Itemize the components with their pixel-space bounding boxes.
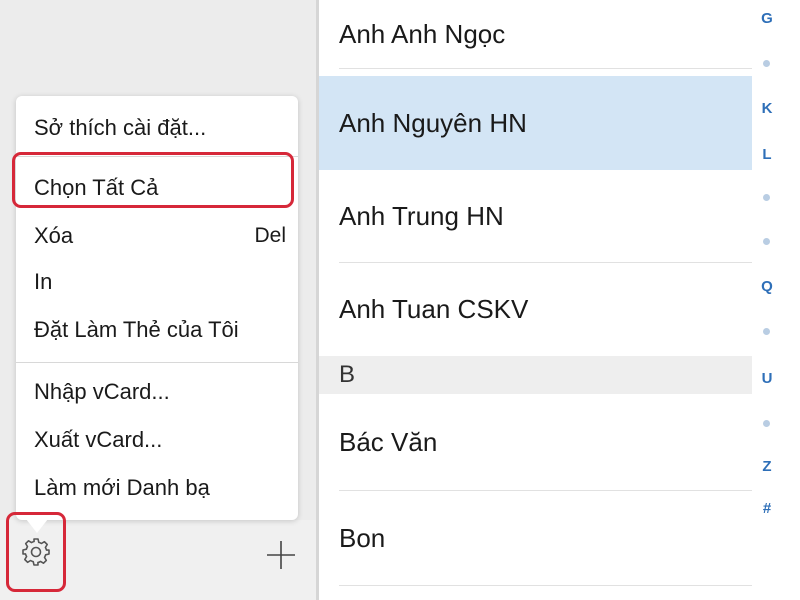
plus-icon[interactable] <box>266 540 296 570</box>
contact-name: Bon <box>339 522 386 553</box>
menu-item-import-vcard[interactable]: Nhập vCard... <box>16 372 298 412</box>
index-letter[interactable]: # <box>752 500 782 517</box>
index-dot[interactable] <box>763 420 770 427</box>
contacts-list: Anh Anh Ngọc Anh Nguyên HN Anh Trung HN … <box>319 0 752 600</box>
contact-name: Anh Nguyên HN <box>339 107 527 138</box>
index-letter[interactable]: L <box>752 146 782 163</box>
menu-separator <box>16 362 298 363</box>
index-dot[interactable] <box>763 238 770 245</box>
menu-item-preferences[interactable]: Sở thích cài đặt... <box>16 108 298 148</box>
index-dot[interactable] <box>763 60 770 67</box>
menu-item-export-vcard[interactable]: Xuất vCard... <box>16 420 298 460</box>
gear-icon <box>22 538 50 566</box>
alphabet-index[interactable]: G K L Q U Z # <box>752 0 800 600</box>
contact-row[interactable]: Anh Anh Ngọc <box>319 0 752 68</box>
settings-button[interactable] <box>6 512 66 592</box>
menu-item-shortcut: Del <box>254 224 286 247</box>
row-separator <box>339 68 752 69</box>
menu-item-delete[interactable]: Xóa Del <box>16 216 298 256</box>
index-dot[interactable] <box>763 328 770 335</box>
section-letter: B <box>339 361 356 388</box>
contact-row[interactable]: Anh Tuan CSKV <box>319 263 752 355</box>
menu-item-label: Nhập vCard... <box>34 379 170 404</box>
menu-item-print[interactable]: In <box>16 262 298 302</box>
contact-row[interactable]: Anh Trung HN <box>319 170 752 262</box>
menu-item-label: Sở thích cài đặt... <box>34 115 207 140</box>
row-separator <box>339 585 752 586</box>
index-letter[interactable]: U <box>752 370 782 387</box>
index-dot[interactable] <box>763 194 770 201</box>
contact-name: Anh Tuan CSKV <box>339 293 529 324</box>
contact-name: Anh Anh Ngọc <box>339 18 506 49</box>
menu-item-label: Đặt Làm Thẻ của Tôi <box>34 317 239 342</box>
index-letter[interactable]: Z <box>752 458 782 475</box>
menu-item-make-my-card[interactable]: Đặt Làm Thẻ của Tôi <box>16 310 298 350</box>
menu-item-label: Xuất vCard... <box>34 427 163 452</box>
menu-item-label: Xóa <box>34 223 74 248</box>
contact-name: Anh Trung HN <box>339 200 504 231</box>
index-letter[interactable]: G <box>752 10 782 27</box>
contact-row[interactable]: Bon <box>319 491 752 585</box>
index-letter[interactable]: K <box>752 100 782 117</box>
menu-item-refresh-contacts[interactable]: Làm mới Danh bạ <box>16 468 298 508</box>
contact-row[interactable]: Bác Văn <box>319 394 752 490</box>
select-all-highlight <box>12 152 294 208</box>
menu-item-label: In <box>34 269 53 294</box>
contact-row-selected[interactable]: Anh Nguyên HN <box>319 76 752 170</box>
menu-item-label: Làm mới Danh bạ <box>34 475 210 500</box>
contact-name: Bác Văn <box>339 426 438 457</box>
section-header-b: B <box>319 356 752 394</box>
index-letter[interactable]: Q <box>752 278 782 295</box>
